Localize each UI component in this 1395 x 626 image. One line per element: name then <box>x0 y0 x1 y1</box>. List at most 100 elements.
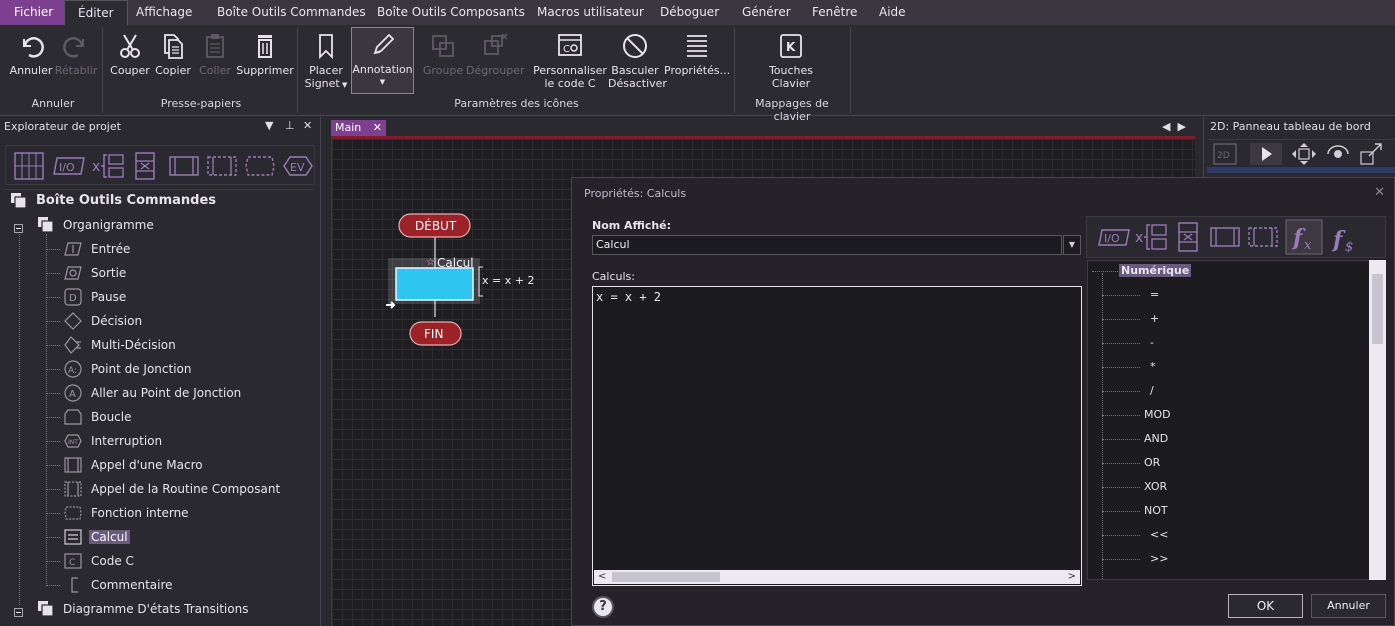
ungroup-button[interactable]: Dégrouper <box>466 29 524 77</box>
horizontal-scrollbar[interactable]: < > <box>594 570 1080 584</box>
tree-item-comment[interactable]: Commentaire <box>91 574 173 596</box>
string-function-icon[interactable]: f $ <box>1329 221 1363 255</box>
tree-numeric-category[interactable]: Numérique <box>1119 261 1192 281</box>
panel-menu-icon[interactable]: ▼ <box>265 119 273 132</box>
tree-state-diagram-label[interactable]: Diagramme D'états Transitions <box>63 598 248 620</box>
chevron-left-icon[interactable]: < <box>598 570 606 584</box>
component-routine-icon[interactable] <box>1247 221 1279 253</box>
tree-item-macro-call[interactable]: Appel d'une Macro <box>91 454 203 476</box>
operator-item[interactable]: / <box>1150 381 1154 401</box>
tab-main[interactable]: Main ✕ <box>331 120 386 136</box>
menu-deboguer[interactable]: Déboguer <box>660 0 719 25</box>
tree-flowchart-label[interactable]: Organigramme <box>63 214 154 236</box>
annotation-button[interactable]: Annotation ▼ <box>351 27 414 94</box>
display-name-input[interactable]: Calcul <box>592 235 1062 255</box>
variable-icon[interactable]: x <box>1135 221 1169 253</box>
menu-fenetre[interactable]: Fenêtre <box>812 0 857 25</box>
macro-call-icon[interactable] <box>1209 221 1241 253</box>
operator-item[interactable]: = <box>1150 285 1159 305</box>
scale-icon[interactable] <box>1359 142 1385 166</box>
component-macro-icon[interactable] <box>132 152 158 180</box>
component-routine-icon[interactable] <box>206 152 238 180</box>
dashboard-canvas[interactable] <box>1207 167 1395 173</box>
chevron-right-icon[interactable]: > <box>1068 570 1076 584</box>
customize-c-code-button[interactable]: C Personnaliser le code C <box>532 29 608 90</box>
io-icon[interactable]: I/O <box>1097 221 1131 253</box>
scrollbar-thumb[interactable] <box>1372 274 1383 344</box>
internal-function-icon[interactable] <box>244 152 276 180</box>
event-icon[interactable]: EV <box>282 152 314 180</box>
2d-icon[interactable]: 2D <box>1213 142 1237 166</box>
tree-root-label[interactable]: Boîte Outils Commandes <box>36 190 216 212</box>
operator-item[interactable]: >> <box>1150 549 1168 569</box>
tree-item-c-code[interactable]: Code C <box>91 550 134 572</box>
macro-call-icon[interactable] <box>168 152 200 180</box>
bookmark-button[interactable]: Placer Signet ▼ <box>303 29 349 92</box>
io-icon[interactable]: I/O <box>52 152 86 180</box>
component-macro-icon[interactable] <box>1175 221 1201 253</box>
ok-button[interactable]: OK <box>1228 594 1303 618</box>
redo-button[interactable]: Rétablir <box>54 29 98 77</box>
pointer-icon[interactable] <box>1249 142 1283 166</box>
collapse-toggle[interactable] <box>14 608 23 617</box>
properties-button[interactable]: Propriétés... <box>664 29 730 77</box>
tree-item-calcul[interactable]: Calcul <box>89 526 130 548</box>
copy-button[interactable]: Copier <box>152 29 194 77</box>
menu-editer[interactable]: Éditer <box>64 0 128 25</box>
collapse-toggle[interactable] <box>14 224 23 233</box>
delete-button[interactable]: Supprimer <box>236 29 294 77</box>
menu-boite-outils-commandes[interactable]: Boîte Outils Commandes <box>217 0 366 25</box>
all-commands-icon[interactable] <box>14 152 44 180</box>
undo-button[interactable]: Annuler <box>8 29 54 77</box>
operator-item[interactable]: - <box>1150 333 1154 353</box>
tab-scroll-arrows[interactable]: ◀ ▶ <box>1162 120 1186 133</box>
vertical-scrollbar[interactable] <box>1369 260 1386 580</box>
operator-item[interactable]: * <box>1150 357 1156 377</box>
operator-item[interactable]: NOT <box>1144 501 1168 521</box>
operator-item[interactable]: MOD <box>1144 405 1171 425</box>
close-icon[interactable]: ✕ <box>373 120 382 136</box>
tree-item-junction-point[interactable]: Point de Jonction <box>91 358 192 380</box>
function-fx-icon[interactable]: fx <box>1285 219 1323 255</box>
keyboard-keys-button[interactable]: K Touches Clavier <box>752 29 830 90</box>
operator-item[interactable]: AND <box>1144 429 1168 449</box>
tree-item-pause[interactable]: Pause <box>91 286 126 308</box>
tree-item-decision[interactable]: Décision <box>91 310 142 332</box>
operator-item[interactable]: OR <box>1144 453 1160 473</box>
tree-item-goto-junction[interactable]: Aller au Point de Jonction <box>91 382 241 404</box>
move-icon[interactable] <box>1291 142 1317 166</box>
scissors-icon <box>120 34 140 58</box>
operator-item[interactable]: << <box>1150 525 1168 545</box>
tree-item-loop[interactable]: Boucle <box>91 406 132 428</box>
tree-item-internal-function[interactable]: Fonction interne <box>91 502 189 524</box>
tree-item-interrupt[interactable]: Interruption <box>91 430 162 452</box>
variable-icon[interactable]: x <box>92 152 126 180</box>
menu-generer[interactable]: Générer <box>742 0 791 25</box>
undo-icon <box>23 37 44 58</box>
tree-item-multi-decision[interactable]: Multi-Décision <box>91 334 176 356</box>
cancel-button[interactable]: Annuler <box>1311 594 1386 618</box>
toggle-disable-button[interactable]: Basculer Désactiver <box>608 29 667 90</box>
menu-fichier[interactable]: Fichier <box>0 0 68 25</box>
chevron-down-icon[interactable]: ▼ <box>1063 235 1081 255</box>
cut-button[interactable]: Couper <box>108 29 152 77</box>
tree-item-component-routine[interactable]: Appel de la Routine Composant <box>91 478 280 500</box>
menu-affichage[interactable]: Affichage <box>136 0 192 25</box>
operator-item[interactable]: XOR <box>1144 477 1167 497</box>
calculations-editor[interactable]: x = x + 2 < > <box>592 286 1082 586</box>
tree-item-entree[interactable]: Entrée <box>91 238 130 260</box>
pin-icon[interactable]: ⊥ <box>285 119 295 132</box>
help-button[interactable]: ? <box>592 596 614 618</box>
close-icon[interactable]: ✕ <box>303 119 312 132</box>
operator-item[interactable]: + <box>1150 309 1159 329</box>
menu-macros-utilisateur[interactable]: Macros utilisateur <box>537 0 644 25</box>
scrollbar-thumb[interactable] <box>612 572 720 582</box>
paste-button[interactable]: Coller <box>194 29 236 77</box>
tree-item-sortie[interactable]: Sortie <box>91 262 126 284</box>
menu-boite-outils-composants[interactable]: Boîte Outils Composants <box>377 0 525 25</box>
calculation-block[interactable] <box>395 267 474 301</box>
rotate-icon[interactable] <box>1325 142 1351 166</box>
menu-aide[interactable]: Aide <box>879 0 906 25</box>
group-button[interactable]: Groupe <box>420 29 466 77</box>
close-icon[interactable]: ✕ <box>1374 185 1385 200</box>
